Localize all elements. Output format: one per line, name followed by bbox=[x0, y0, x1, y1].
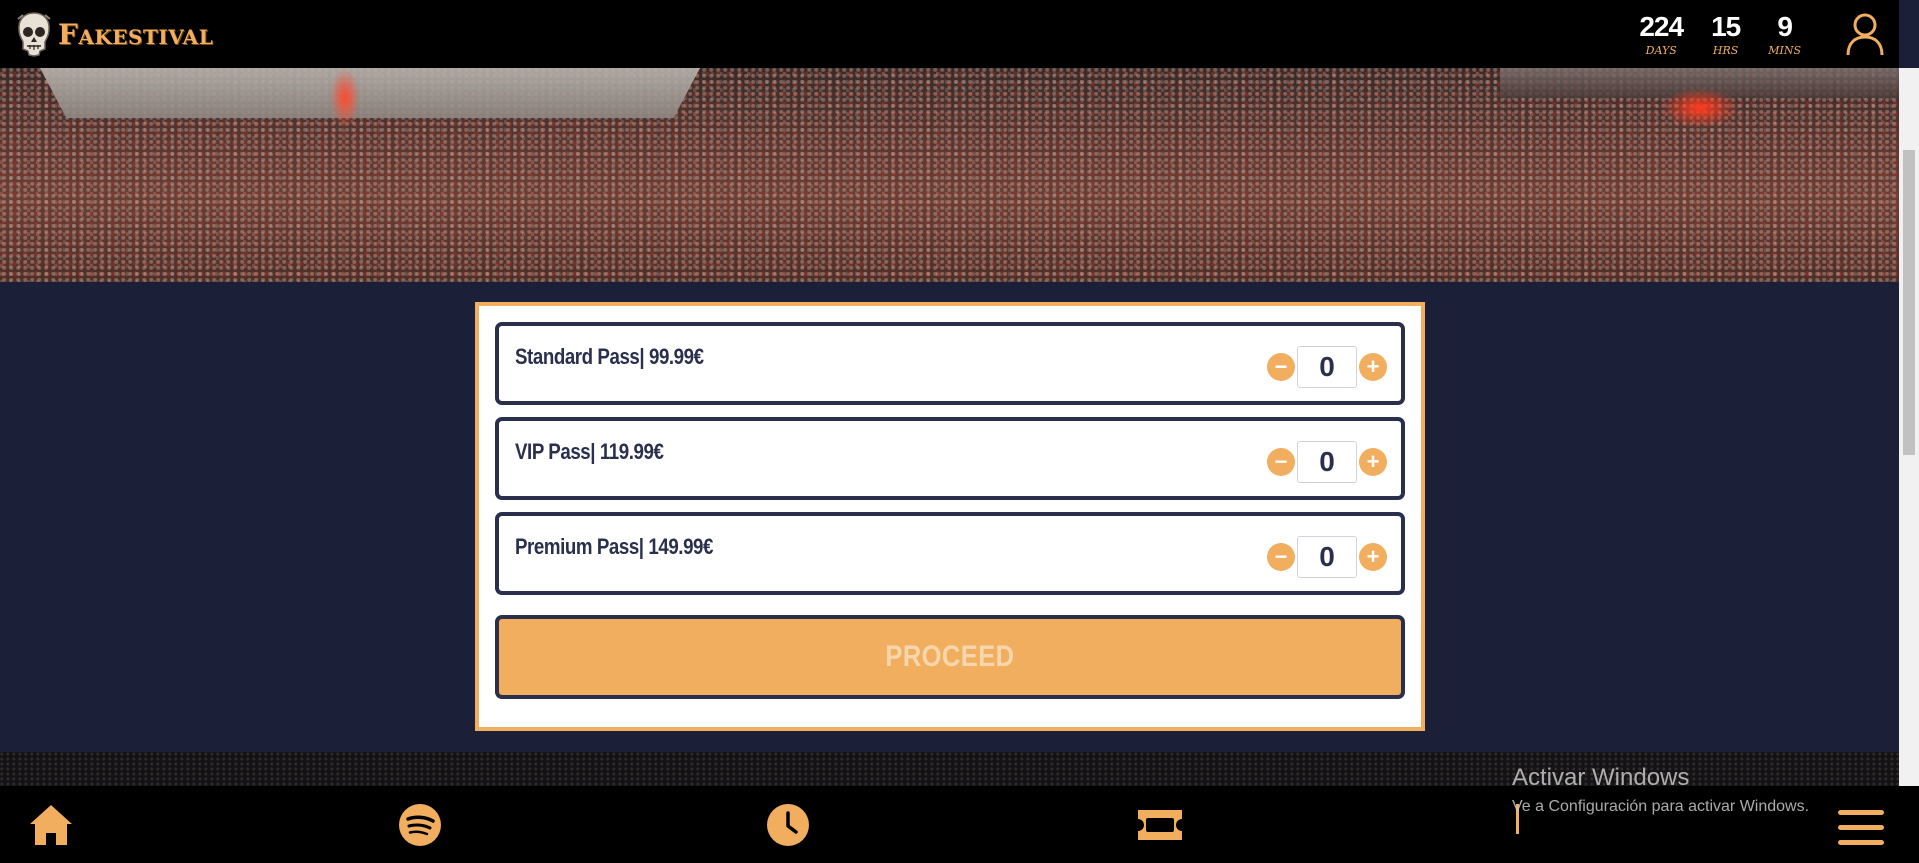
decrement-button[interactable]: − bbox=[1267, 448, 1295, 476]
quantity-input[interactable] bbox=[1297, 441, 1357, 483]
countdown-hours-value: 15 bbox=[1711, 10, 1741, 42]
ticket-panel: Standard Pass| 99.99€ − + VIP Pass| 119.… bbox=[475, 302, 1425, 731]
watermark-subtitle: Ve a Configuración para activar Windows. bbox=[1512, 798, 1810, 815]
countdown-days-label: DAYS bbox=[1645, 43, 1677, 57]
windows-activation-watermark: Activar Windows Ve a Configuración para … bbox=[1512, 764, 1809, 816]
scrollbar[interactable] bbox=[1899, 68, 1919, 786]
quantity-stepper: − + bbox=[1267, 346, 1387, 388]
countdown-hours: 15 HRS bbox=[1711, 10, 1741, 57]
pass-row-vip: VIP Pass| 119.99€ − + bbox=[495, 417, 1405, 500]
stage-light bbox=[330, 68, 360, 128]
home-icon[interactable] bbox=[28, 803, 74, 847]
ticket-icon[interactable] bbox=[1134, 808, 1186, 842]
countdown-hours-label: HRS bbox=[1712, 43, 1739, 57]
stage-shape bbox=[40, 68, 700, 118]
scrollbar-thumb[interactable] bbox=[1903, 150, 1915, 455]
increment-button[interactable]: + bbox=[1359, 353, 1387, 381]
user-icon[interactable] bbox=[1845, 12, 1885, 56]
brand-name: Fakestival bbox=[58, 17, 214, 51]
countdown-days: 224 DAYS bbox=[1639, 10, 1684, 57]
proceed-button[interactable]: PROCEED bbox=[495, 615, 1405, 699]
increment-button[interactable]: + bbox=[1359, 448, 1387, 476]
quantity-stepper: − + bbox=[1267, 536, 1387, 578]
top-bar: Fakestival 224 DAYS 15 HRS 9 MINS bbox=[0, 0, 1899, 68]
quantity-stepper: − + bbox=[1267, 441, 1387, 483]
countdown-minutes-label: MINS bbox=[1768, 43, 1801, 57]
menu-icon[interactable] bbox=[1838, 810, 1884, 846]
spotify-icon[interactable] bbox=[398, 803, 442, 847]
pass-label: VIP Pass| 119.99€ bbox=[515, 439, 664, 464]
pass-row-premium: Premium Pass| 149.99€ − + bbox=[495, 512, 1405, 595]
stage-light-right bbox=[1660, 88, 1740, 128]
pass-row-standard: Standard Pass| 99.99€ − + bbox=[495, 322, 1405, 405]
pass-label: Standard Pass| 99.99€ bbox=[515, 344, 704, 369]
countdown: 224 DAYS 15 HRS 9 MINS bbox=[1639, 10, 1801, 57]
decrement-button[interactable]: − bbox=[1267, 543, 1295, 571]
brand[interactable]: Fakestival bbox=[14, 9, 213, 59]
quantity-input[interactable] bbox=[1297, 346, 1357, 388]
quantity-input[interactable] bbox=[1297, 536, 1357, 578]
countdown-days-value: 224 bbox=[1639, 10, 1684, 42]
decrement-button[interactable]: − bbox=[1267, 353, 1295, 381]
hero-crowd-image bbox=[0, 68, 1899, 282]
clock-icon[interactable] bbox=[766, 803, 810, 847]
pass-label: Premium Pass| 149.99€ bbox=[515, 534, 713, 559]
countdown-minutes: 9 MINS bbox=[1768, 10, 1801, 57]
watermark-title: Activar Windows bbox=[1512, 764, 1690, 791]
proceed-label: PROCEED bbox=[885, 640, 1015, 673]
increment-button[interactable]: + bbox=[1359, 543, 1387, 571]
countdown-minutes-value: 9 bbox=[1777, 10, 1793, 42]
skull-logo-icon bbox=[17, 12, 51, 57]
